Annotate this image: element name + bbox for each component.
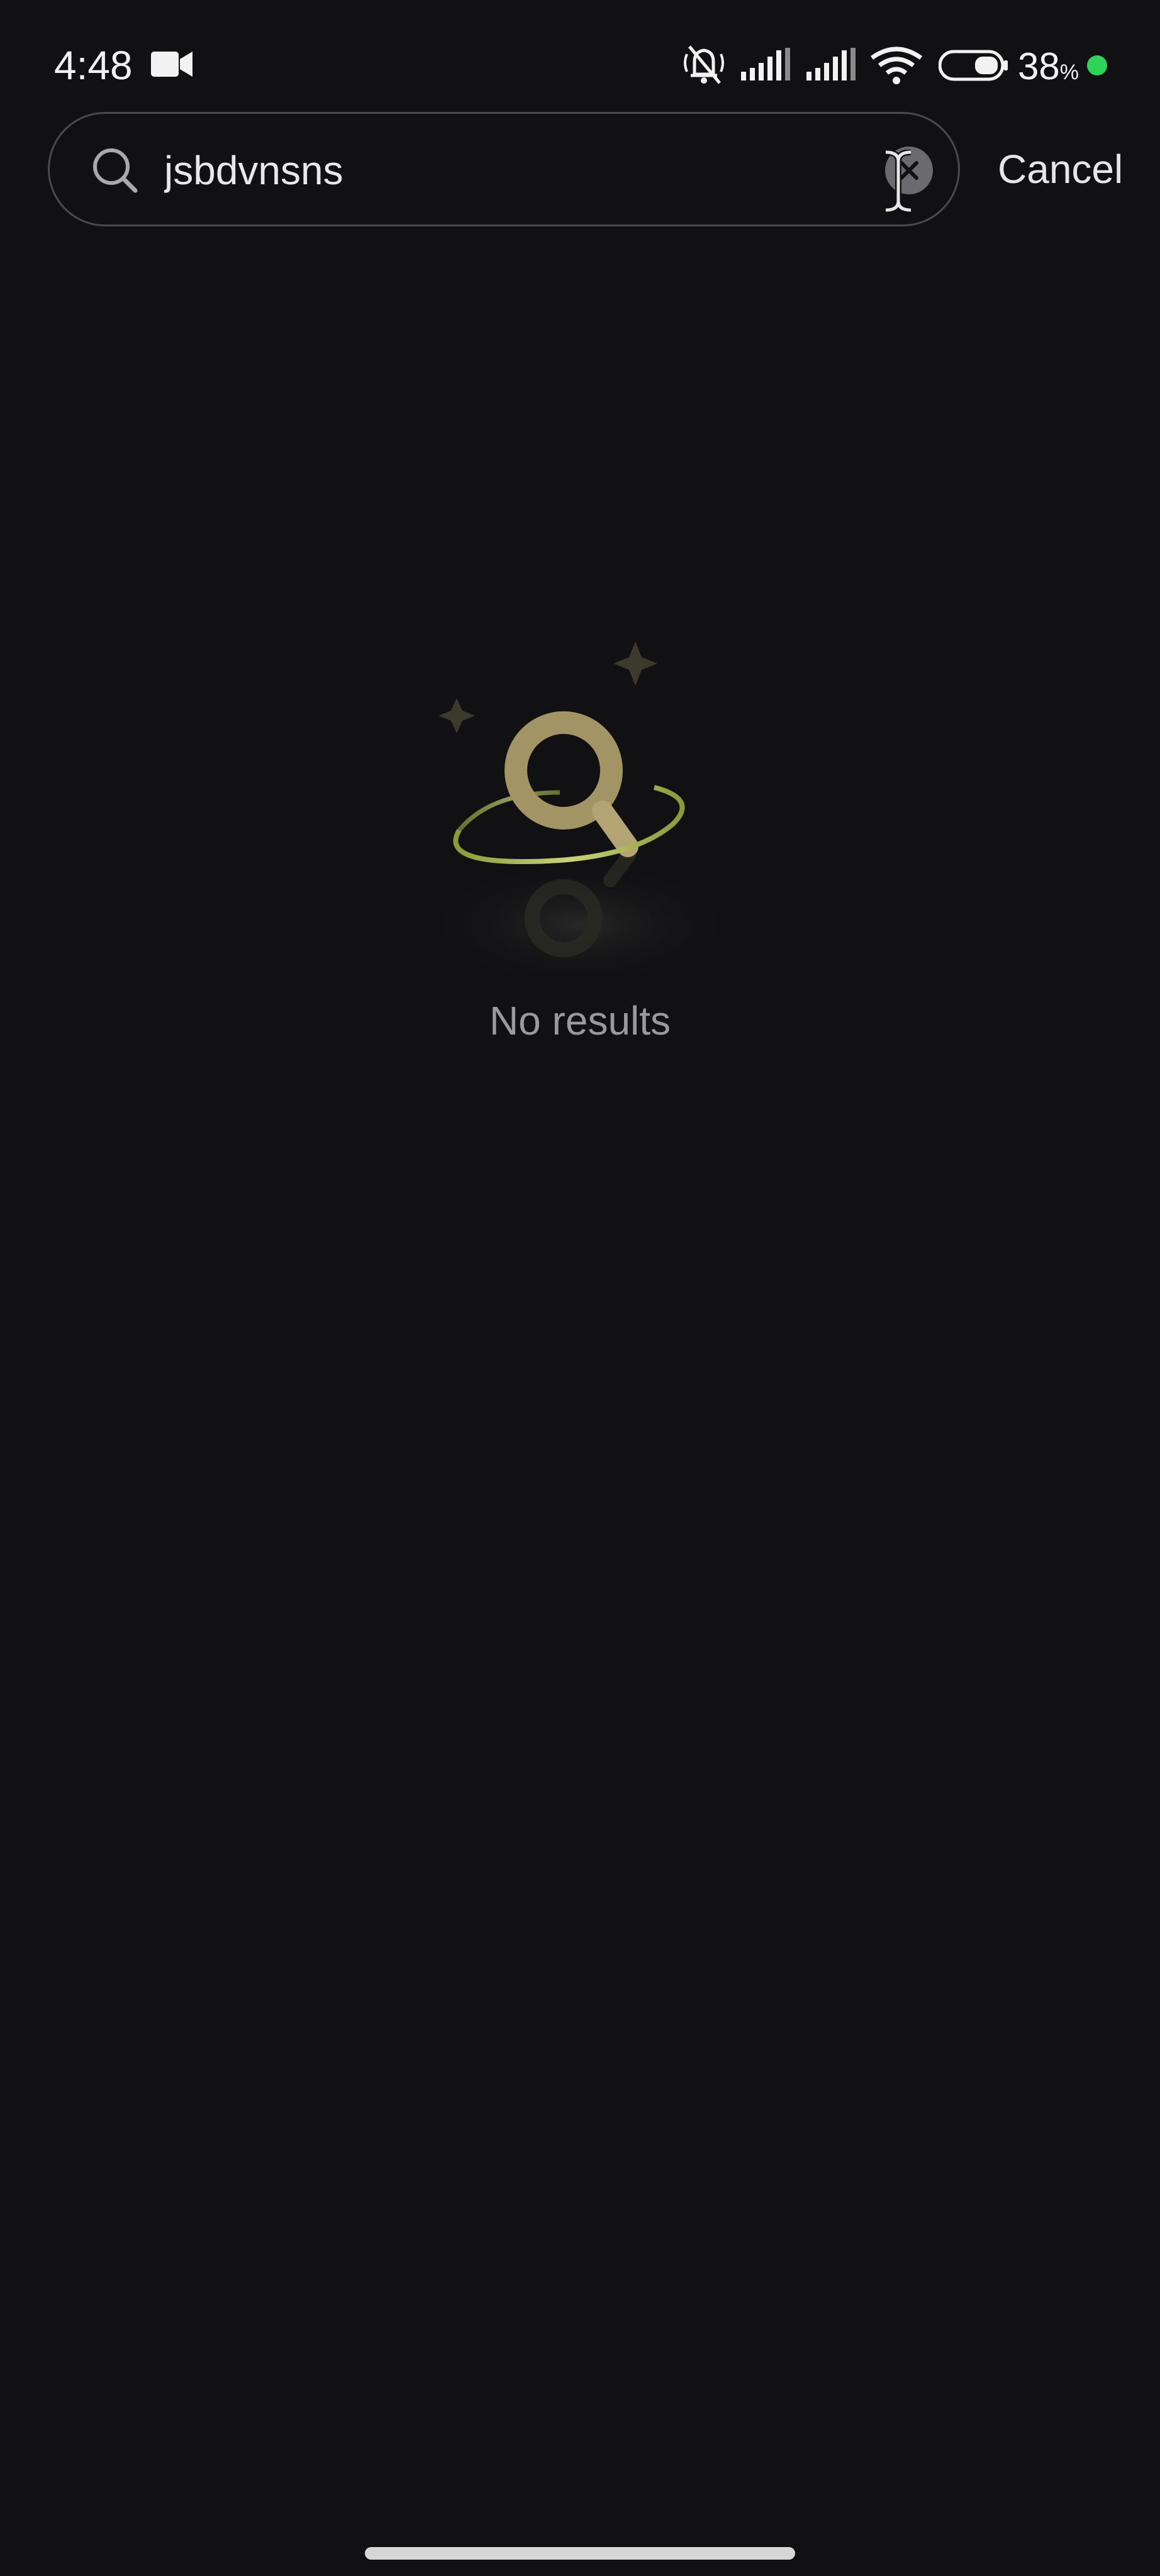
status-bar: 4:48 38%	[0, 0, 1160, 126]
home-indicator[interactable]	[365, 2547, 795, 2560]
no-results-message: No results	[489, 998, 671, 1043]
mute-bell-icon	[678, 44, 730, 89]
text-cursor-icon	[881, 149, 916, 216]
green-dot-icon	[1087, 55, 1107, 75]
battery-percentage: 38%	[1018, 45, 1079, 87]
signal-icon	[806, 48, 859, 84]
search-input[interactable]	[164, 142, 793, 199]
search-field[interactable]	[48, 112, 960, 226]
signal-icon	[741, 48, 794, 84]
battery-icon	[938, 49, 1009, 85]
empty-state-illustration	[403, 623, 755, 987]
magnifier-with-orbit-icon	[421, 641, 736, 987]
status-time: 4:48	[54, 43, 133, 88]
video-camera-icon	[151, 50, 192, 81]
battery-unit: %	[1059, 60, 1079, 84]
search-icon	[91, 147, 139, 197]
wifi-icon	[869, 45, 923, 87]
cancel-button[interactable]: Cancel	[998, 142, 1123, 196]
